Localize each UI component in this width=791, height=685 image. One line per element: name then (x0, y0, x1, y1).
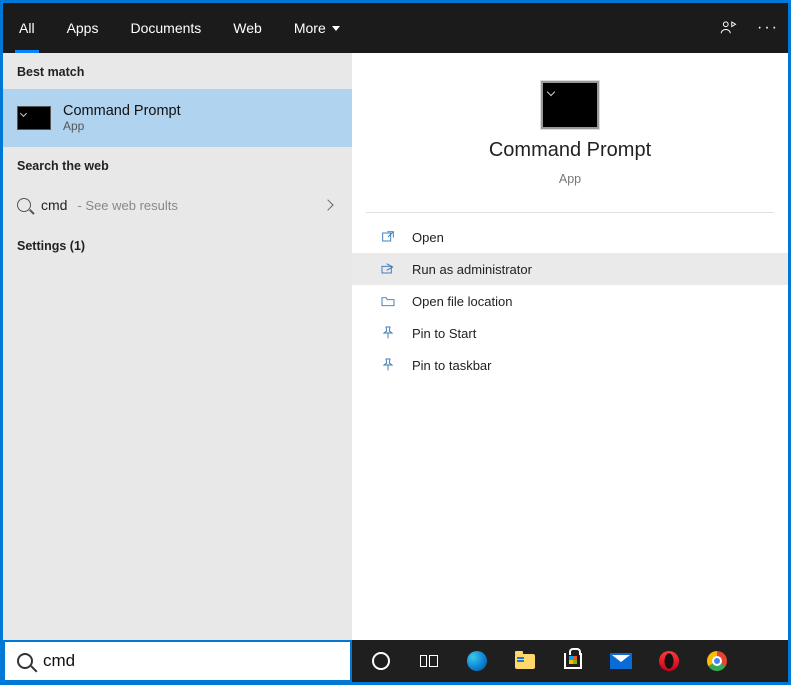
cortana-icon (372, 652, 390, 670)
pin-icon (380, 357, 396, 373)
command-prompt-icon (17, 106, 51, 130)
tab-web[interactable]: Web (217, 3, 278, 53)
options-button[interactable]: ··· (748, 3, 788, 53)
tab-label: Apps (67, 20, 99, 36)
best-match-heading: Best match (3, 53, 352, 89)
taskbar-app-file-explorer[interactable] (502, 640, 548, 682)
task-view-button[interactable] (406, 640, 452, 682)
tab-label: Documents (130, 20, 201, 36)
action-label: Pin to taskbar (412, 358, 492, 373)
file-explorer-icon (515, 654, 535, 669)
web-query: cmd (41, 197, 67, 213)
action-label: Open file location (412, 294, 512, 309)
cortana-button[interactable] (358, 640, 404, 682)
admin-icon (380, 261, 396, 277)
tab-apps[interactable]: Apps (51, 3, 115, 53)
web-hint: - See web results (77, 198, 177, 213)
action-label: Open (412, 230, 444, 245)
preview-panel: Command Prompt App Open Run as administr… (352, 53, 788, 640)
settings-heading: Settings (1) (3, 227, 352, 263)
task-view-icon (420, 654, 438, 668)
tab-all[interactable]: All (3, 3, 51, 53)
best-match-result[interactable]: Command Prompt App (3, 89, 352, 147)
chrome-icon (707, 651, 727, 671)
preview-title: Command Prompt (489, 139, 651, 162)
action-label: Pin to Start (412, 326, 476, 341)
chevron-down-icon (332, 26, 340, 31)
pin-icon (380, 325, 396, 341)
ellipsis-icon: ··· (757, 19, 779, 37)
action-open-file-location[interactable]: Open file location (352, 285, 788, 317)
taskbar-app-mail[interactable] (598, 640, 644, 682)
action-pin-to-start[interactable]: Pin to Start (352, 317, 788, 349)
search-filter-tabs: All Apps Documents Web More ··· (3, 3, 788, 53)
action-open[interactable]: Open (352, 221, 788, 253)
store-icon (564, 653, 582, 669)
command-prompt-icon (541, 81, 599, 129)
web-search-result[interactable]: cmd - See web results (3, 183, 352, 227)
result-title: Command Prompt (63, 103, 181, 119)
action-run-as-administrator[interactable]: Run as administrator (352, 253, 788, 285)
result-subtitle: App (63, 119, 181, 133)
feedback-icon (719, 19, 737, 37)
taskbar-app-chrome[interactable] (694, 640, 740, 682)
preview-subtitle: App (559, 172, 581, 186)
results-panel: Best match Command Prompt App Search the… (3, 53, 352, 640)
action-label: Run as administrator (412, 262, 532, 277)
search-icon (17, 653, 33, 669)
taskbar (352, 640, 788, 682)
taskbar-app-edge[interactable] (454, 640, 500, 682)
tab-documents[interactable]: Documents (114, 3, 217, 53)
tab-label: Web (233, 20, 262, 36)
edge-icon (467, 651, 487, 671)
mail-icon (610, 653, 632, 669)
search-icon (17, 198, 31, 212)
tab-label: More (294, 20, 326, 36)
action-pin-to-taskbar[interactable]: Pin to taskbar (352, 349, 788, 381)
search-box[interactable] (3, 640, 352, 682)
search-web-heading: Search the web (3, 147, 352, 183)
tab-label: All (19, 20, 35, 36)
chevron-right-icon (322, 199, 333, 210)
feedback-button[interactable] (708, 3, 748, 53)
tab-more[interactable]: More (278, 3, 356, 53)
opera-icon (659, 651, 679, 671)
search-input[interactable] (43, 651, 338, 671)
folder-icon (380, 293, 396, 309)
taskbar-app-opera[interactable] (646, 640, 692, 682)
open-icon (380, 229, 396, 245)
taskbar-app-store[interactable] (550, 640, 596, 682)
